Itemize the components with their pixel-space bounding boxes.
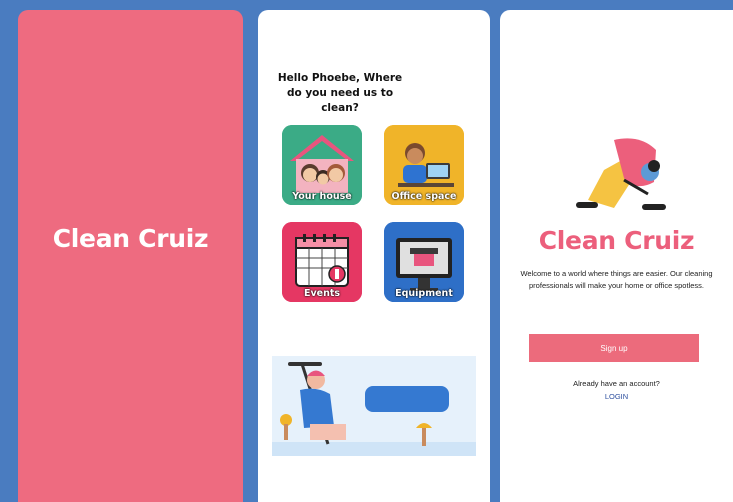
tile-label: Your house <box>292 191 352 202</box>
tile-label: Events <box>303 288 341 299</box>
splash-title: Clean Cruiz <box>52 224 209 253</box>
welcome-description: Welcome to a world where things are easi… <box>520 269 713 290</box>
tile-label: Equipment <box>395 288 453 299</box>
signup-button[interactable]: Sign up <box>529 334 699 362</box>
tile-label: Office space <box>391 191 457 202</box>
brand-title: Clean Cruiz <box>538 226 695 255</box>
tile-your-house[interactable]: Your house <box>282 125 362 205</box>
tile-office-space[interactable]: Office space <box>384 125 464 205</box>
splash-screen: Clean Cruiz <box>18 10 243 502</box>
banner-button[interactable] <box>365 386 449 412</box>
cleaner-illustration <box>576 138 666 210</box>
welcome-screen: Clean Cruiz Welcome to a world where thi… <box>500 10 733 502</box>
home-screen: Hello Phoebe, Where do you need us to cl… <box>258 10 490 502</box>
tile-equipment[interactable]: Equipment <box>384 222 464 302</box>
greeting-text: Hello Phoebe, Where do you need us to cl… <box>277 72 403 114</box>
tile-events[interactable]: Events <box>282 222 362 302</box>
account-prompt: Already have an account? <box>573 379 660 388</box>
login-link[interactable]: LOGIN <box>500 392 733 401</box>
promo-banner[interactable] <box>272 356 476 456</box>
